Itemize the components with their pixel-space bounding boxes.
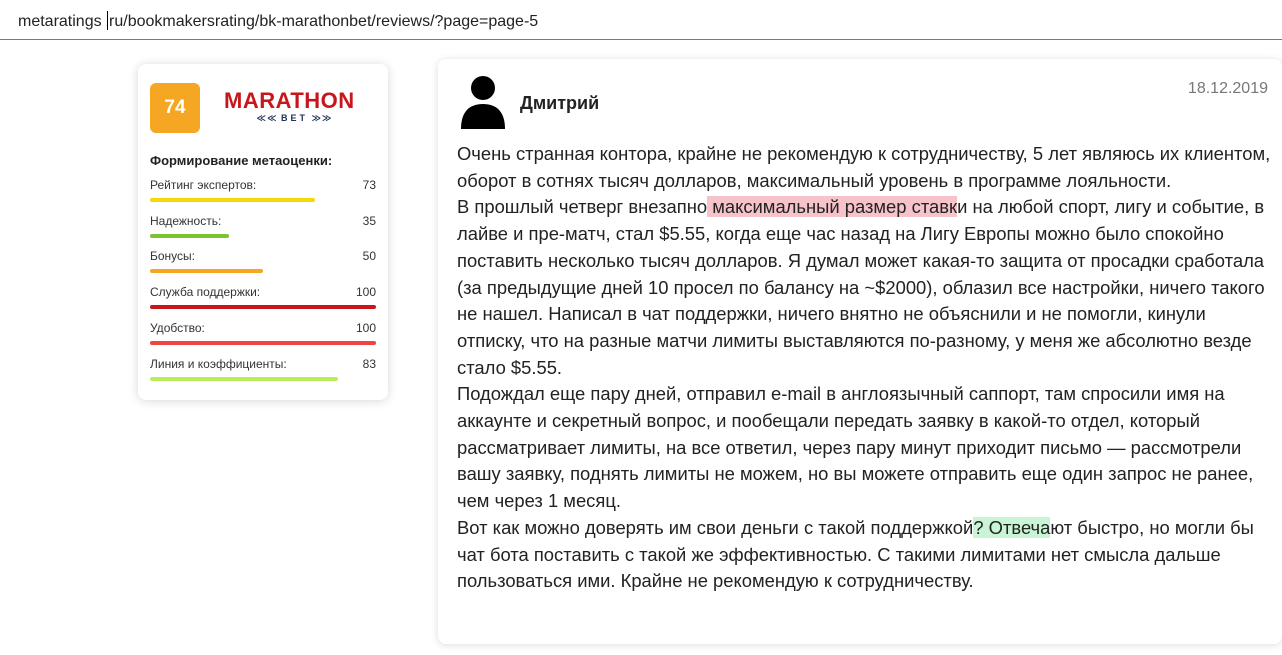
metric-bar-track	[150, 198, 376, 202]
url-text[interactable]: metaratings ru/bookmakersrating/bk-marat…	[18, 11, 538, 31]
review-paragraph: Очень странная контора, крайне не рекоме…	[457, 141, 1277, 194]
metric-bar-fill	[150, 377, 338, 381]
metric-value: 83	[362, 357, 376, 371]
metric-bonuses: Бонусы: 50	[150, 249, 376, 279]
marathonbet-logo: MARATHON ≪≪ BET ≫≫	[222, 88, 367, 128]
metric-bar-track	[150, 269, 376, 273]
review-text-segment: В прошлый четверг внезапно	[457, 196, 708, 218]
metric-label: Удобство:	[150, 321, 205, 335]
metric-label: Рейтинг экспертов:	[150, 178, 257, 192]
meta-score-badge: 74	[150, 83, 200, 133]
review-paragraph: В прошлый четверг внезапно максимальный …	[457, 194, 1277, 381]
metric-bar-fill	[150, 341, 376, 345]
review-paragraph: Подождал еще пару дней, отправил e-mail …	[457, 381, 1277, 515]
metric-bar-fill	[150, 305, 376, 309]
review-text-segment: Вот как можно доверять им свои деньги с …	[457, 516, 974, 538]
metric-value: 73	[362, 178, 376, 192]
review-paragraph: Вот как можно доверять им свои деньги с …	[457, 515, 1277, 595]
highlight-red: максимальный размер ставк	[707, 196, 958, 218]
metric-bar-fill	[150, 198, 315, 202]
url-part-path: ru/bookmakersrating/bk-marathonbet/revie…	[109, 13, 539, 30]
metric-label: Линия и коэффициенты:	[150, 357, 287, 371]
review-text: Очень странная контора, крайне не рекоме…	[457, 141, 1277, 595]
user-avatar-icon	[461, 76, 505, 129]
review-text-segment: Очень странная контора, крайне не рекоме…	[457, 143, 1271, 191]
review-author: Дмитрий	[520, 93, 600, 113]
review-text-segment: Подождал еще пару дней, отправил e-mail …	[457, 383, 1254, 512]
metric-value: 50	[362, 249, 376, 263]
formation-title: Формирование метаоценки:	[150, 153, 333, 168]
metric-bar-fill	[150, 234, 230, 238]
metric-bar-track	[150, 305, 376, 309]
laurel-right-icon: ≫≫	[308, 113, 333, 123]
metric-bar-track	[150, 341, 376, 345]
metric-value: 35	[362, 214, 376, 228]
text-caret	[107, 11, 109, 30]
review-date: 18.12.2019	[1187, 80, 1268, 97]
metric-support: Служба поддержки: 100	[150, 285, 376, 315]
url-part-domain: metaratings	[18, 13, 107, 30]
rating-card: 74 MARATHON ≪≪ BET ≫≫ Формирование метао…	[138, 64, 388, 400]
metric-value: 100	[355, 285, 376, 299]
logo-sub-text: ≪≪ BET ≫≫	[222, 113, 367, 124]
metric-label: Служба поддержки:	[150, 285, 261, 299]
review-card: Дмитрий 18.12.2019 Очень странная контор…	[438, 59, 1282, 644]
metric-bar-fill	[150, 269, 263, 273]
metric-value: 100	[355, 321, 376, 335]
address-bar[interactable]: metaratings ru/bookmakersrating/bk-marat…	[0, 0, 1282, 40]
metric-label: Бонусы:	[150, 249, 195, 263]
metric-bar-track	[150, 377, 376, 381]
metric-expert-rating: Рейтинг экспертов: 73	[150, 178, 376, 208]
laurel-left-icon: ≪≪	[256, 113, 281, 123]
highlight-green: ? Отвеча	[973, 516, 1051, 538]
review-text-segment: и на любой спорт, лигу и событие, в лайв…	[457, 196, 1265, 378]
metric-bar-track	[150, 234, 376, 238]
logo-sub-label: BET	[281, 113, 308, 123]
metric-reliability: Надежность: 35	[150, 214, 376, 244]
logo-main-text: MARATHON	[224, 88, 355, 113]
metric-label: Надежность:	[150, 214, 222, 228]
metric-convenience: Удобство: 100	[150, 321, 376, 351]
metric-line-odds: Линия и коэффициенты: 83	[150, 357, 376, 387]
